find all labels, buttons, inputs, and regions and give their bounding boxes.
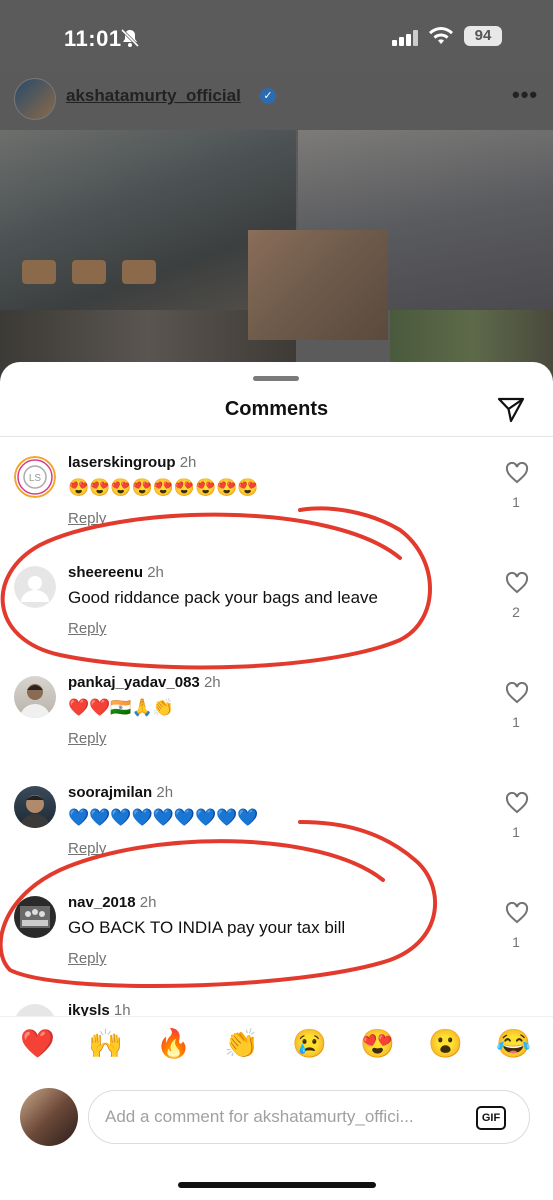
like-count: 1	[512, 494, 520, 510]
emoji-crying[interactable]: 😢	[292, 1027, 327, 1061]
cake-shape	[22, 260, 56, 284]
emoji-heart[interactable]: ❤️	[20, 1027, 55, 1061]
reply-link[interactable]: Reply	[68, 620, 106, 637]
comment-item: pankaj_yadav_083 2h ❤️❤️🇮🇳🙏👏 Reply 1	[0, 662, 553, 772]
reply-link[interactable]: Reply	[68, 510, 106, 527]
post-background: 11:01 94 akshatamurty_official ✓ •••	[0, 0, 553, 380]
comment-item: ikysls 1h	[0, 990, 553, 1016]
like-count: 1	[512, 934, 520, 950]
emoji-fire[interactable]: 🔥	[156, 1027, 191, 1061]
comments-sheet: Comments LS laserskingroup 2h 😍😍😍😍😍😍😍😍😍 …	[0, 362, 553, 1200]
comment-username[interactable]: nav_2018 2h	[68, 894, 156, 911]
battery-level: 94	[464, 26, 502, 46]
comment-text: GO BACK TO INDIA pay your tax bill	[68, 918, 346, 937]
home-indicator[interactable]	[178, 1182, 376, 1188]
comment-time: 2h	[156, 784, 174, 801]
reply-link[interactable]: Reply	[68, 840, 106, 857]
comment-composer: GIF	[0, 1082, 553, 1162]
avatar[interactable]	[20, 1088, 78, 1146]
heart-outline-icon[interactable]	[505, 571, 529, 599]
comment-item: nav_2018 2h GO BACK TO INDIA pay your ta…	[0, 882, 553, 992]
comment-time: 2h	[179, 454, 197, 471]
divider	[0, 436, 553, 437]
avatar[interactable]: LS	[14, 456, 56, 498]
emoji-surprised[interactable]: 😮	[428, 1027, 463, 1061]
comment-username[interactable]: soorajmilan 2h	[68, 784, 173, 801]
avatar[interactable]	[14, 786, 56, 828]
comment-username[interactable]: pankaj_yadav_083 2h	[68, 674, 221, 691]
heart-outline-icon[interactable]	[505, 901, 529, 929]
more-options-icon[interactable]: •••	[512, 82, 538, 108]
avatar[interactable]	[14, 676, 56, 718]
comment-time: 1h	[113, 1002, 131, 1016]
comment-time: 2h	[203, 674, 221, 691]
like-count: 2	[512, 604, 520, 620]
wifi-icon	[428, 26, 454, 51]
comment-text: 💙💙💙💙💙💙💙💙💙	[68, 808, 259, 827]
sheet-title: Comments	[224, 398, 329, 420]
emoji-heart-eyes[interactable]: 😍	[360, 1027, 395, 1061]
avatar[interactable]	[14, 566, 56, 608]
comment-username[interactable]: sheereenu 2h	[68, 564, 164, 581]
emoji-raised-hands[interactable]: 🙌	[88, 1027, 123, 1061]
gif-button[interactable]: GIF	[476, 1106, 506, 1130]
reply-link[interactable]: Reply	[68, 730, 106, 747]
svg-text:LS: LS	[29, 473, 42, 484]
comment-username[interactable]: ikysls 1h	[68, 1002, 131, 1016]
cellular-signal-icon	[392, 30, 420, 51]
status-bar: 11:01 94	[0, 0, 553, 72]
quick-emoji-bar: ❤️ 🙌 🔥 👏 😢 😍 😮 😂	[0, 1016, 553, 1077]
comment-text: ❤️❤️🇮🇳🙏👏	[68, 698, 174, 717]
like-count: 1	[512, 824, 520, 840]
comment-item: sheereenu 2h Good riddance pack your bag…	[0, 552, 553, 662]
comment-input[interactable]	[88, 1090, 530, 1144]
clock: 11:01	[64, 26, 122, 51]
comment-text: Good riddance pack your bags and leave	[68, 588, 378, 607]
heart-outline-icon[interactable]	[505, 791, 529, 819]
heart-outline-icon[interactable]	[505, 461, 529, 489]
avatar[interactable]	[14, 78, 56, 120]
heart-outline-icon[interactable]	[505, 681, 529, 709]
cake-shape	[122, 260, 156, 284]
post-header: akshatamurty_official ✓ •••	[0, 72, 553, 130]
comment-item: LS laserskingroup 2h 😍😍😍😍😍😍😍😍😍 Reply 1	[0, 442, 553, 552]
cake-shape	[72, 260, 106, 284]
comment-item: soorajmilan 2h 💙💙💙💙💙💙💙💙💙 Reply 1	[0, 772, 553, 882]
avatar[interactable]	[14, 1004, 56, 1016]
paper-plane-icon[interactable]	[496, 394, 526, 429]
emoji-clap[interactable]: 👏	[224, 1027, 259, 1061]
avatar[interactable]	[14, 896, 56, 938]
post-photo-children	[248, 230, 388, 340]
drag-handle[interactable]	[253, 376, 299, 381]
comment-text: 😍😍😍😍😍😍😍😍😍	[68, 478, 259, 497]
bell-slash-icon	[120, 28, 140, 53]
comment-time: 2h	[139, 894, 157, 911]
verified-badge-icon: ✓	[260, 88, 276, 104]
like-count: 1	[512, 714, 520, 730]
post-username[interactable]: akshatamurty_official	[66, 86, 241, 106]
comment-username[interactable]: laserskingroup 2h	[68, 454, 196, 471]
comment-time: 2h	[147, 564, 164, 581]
emoji-laughing[interactable]: 😂	[496, 1027, 531, 1061]
reply-link[interactable]: Reply	[68, 950, 106, 967]
